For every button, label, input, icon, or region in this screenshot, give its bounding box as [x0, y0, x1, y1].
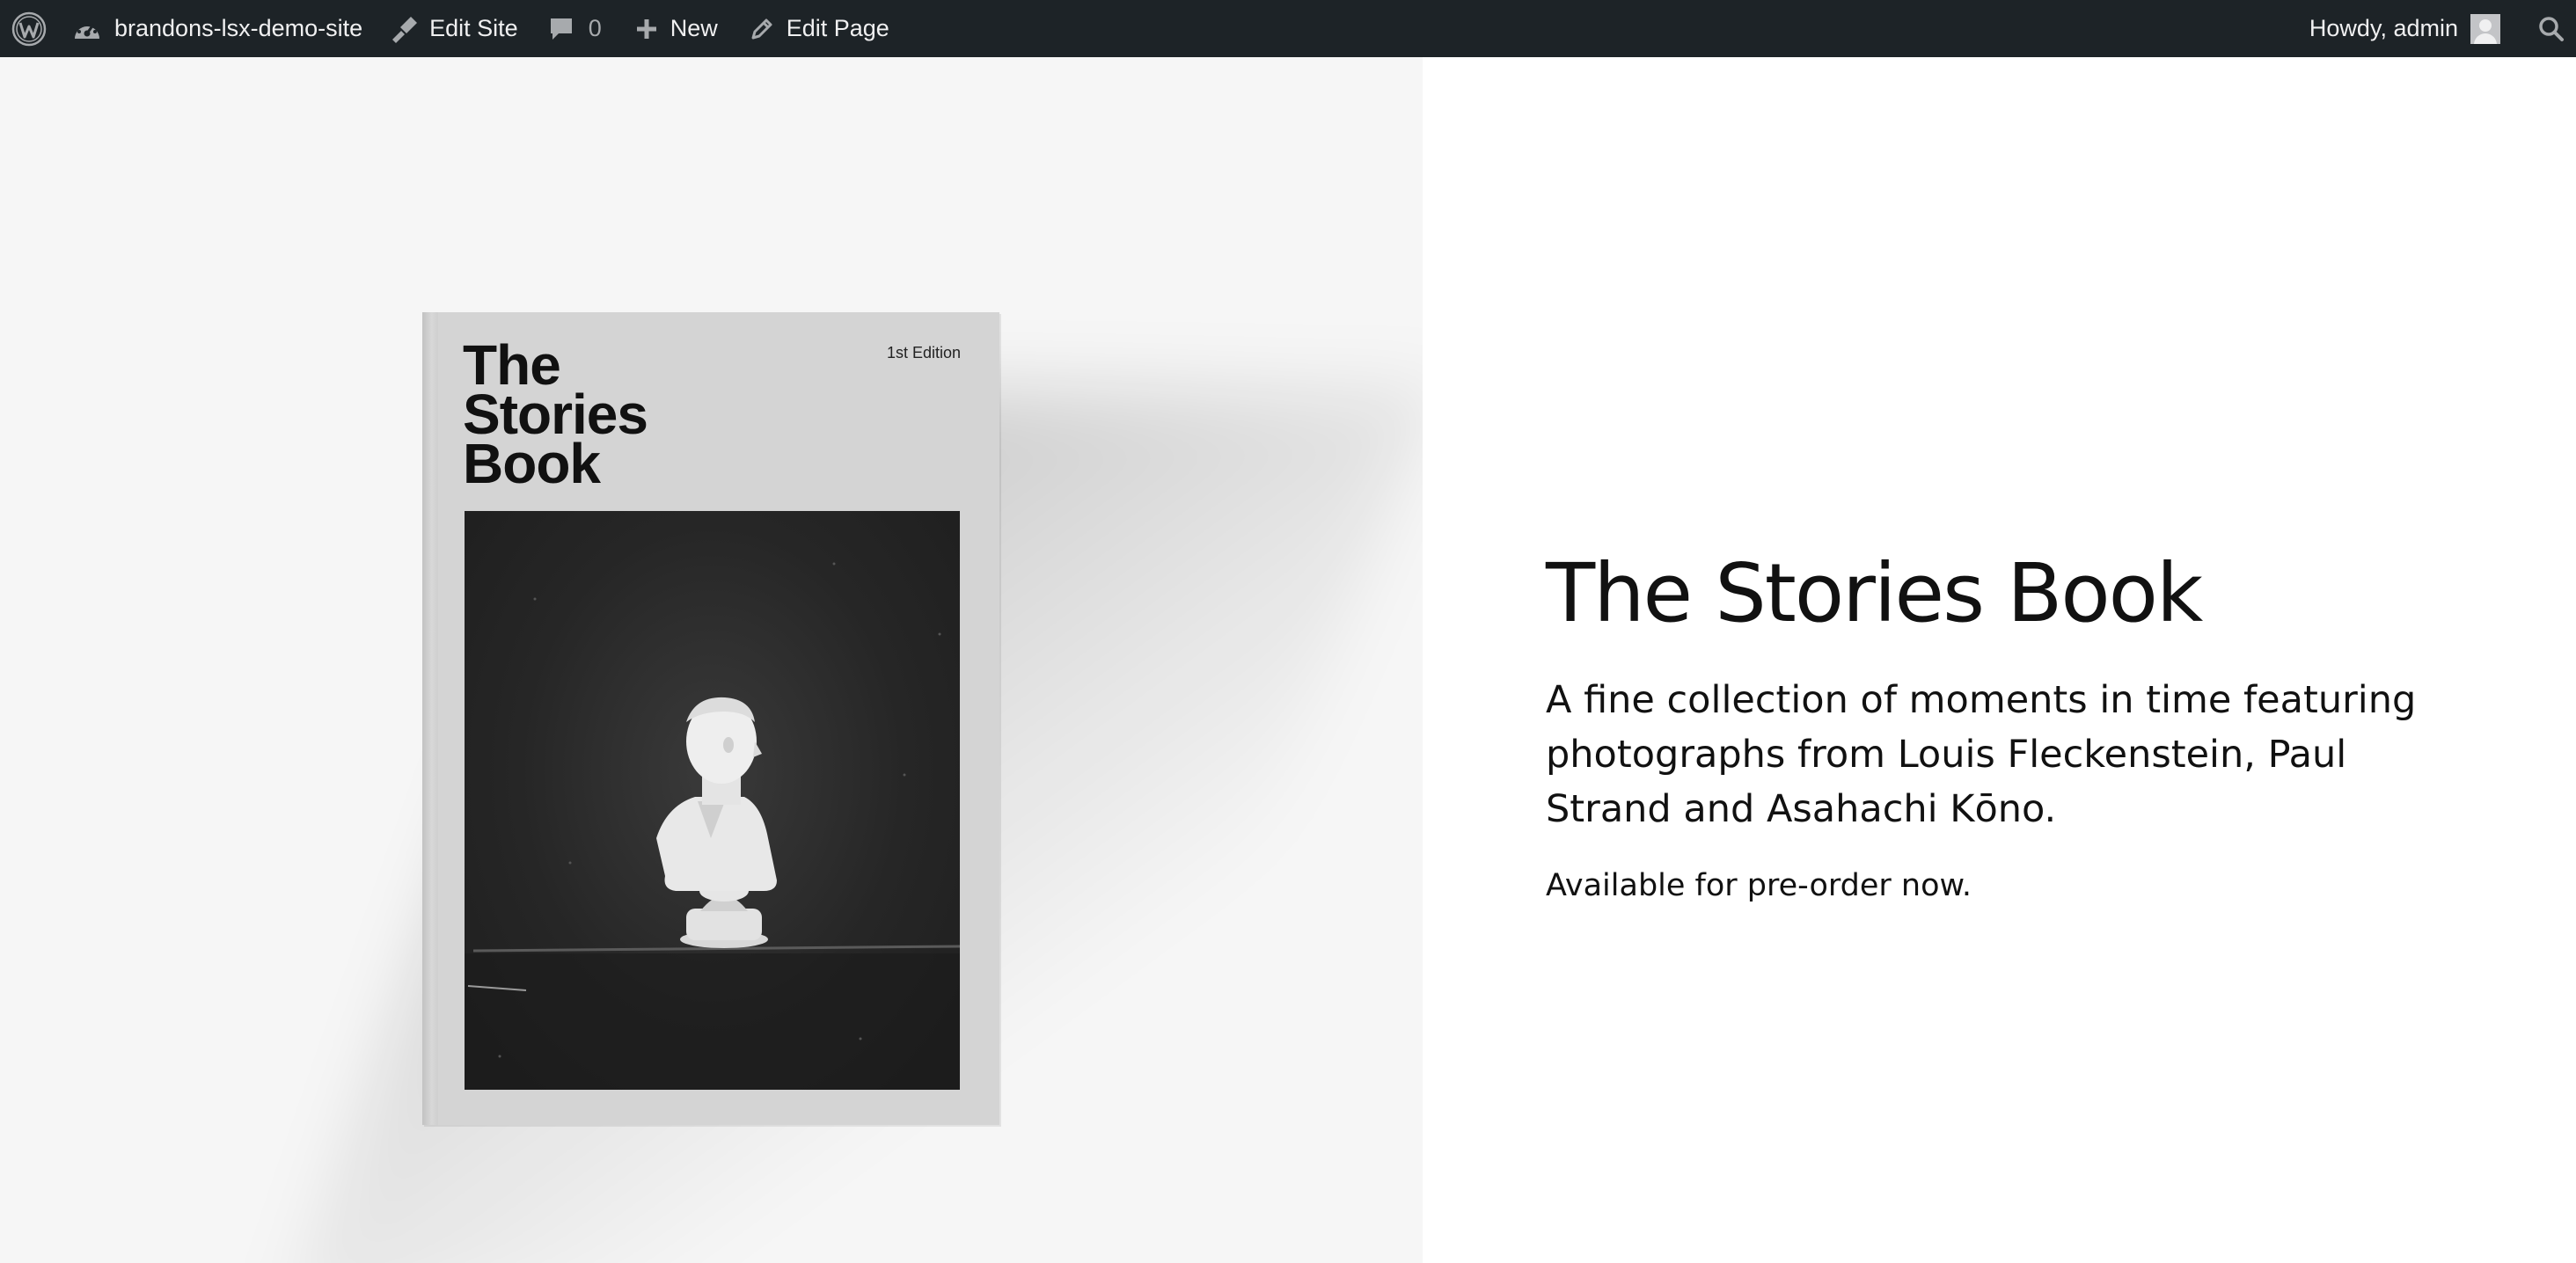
comments-count: 0 [588, 15, 602, 41]
comment-bubble-icon [548, 16, 574, 42]
edit-page-link[interactable]: Edit Page [750, 0, 889, 57]
plus-icon [635, 18, 658, 40]
edit-page-label: Edit Page [786, 15, 889, 41]
bust-photograph [465, 511, 960, 1090]
hero-text-panel: The Stories Book A fine collection of mo… [1423, 57, 2576, 1263]
edit-site-link[interactable]: Edit Site [389, 0, 518, 57]
search-icon [2538, 16, 2565, 42]
brush-icon [389, 15, 419, 43]
greeting-label: Howdy, admin [2309, 15, 2458, 41]
pencil-icon [750, 17, 774, 41]
wordpress-logo-icon [11, 11, 47, 47]
site-name-link[interactable]: brandons-lsx-demo-site [72, 0, 362, 57]
comments-link[interactable]: 0 [548, 0, 602, 57]
avatar [2470, 13, 2500, 44]
book-title-line: Book [463, 432, 601, 495]
new-label: New [670, 15, 718, 41]
site-name-label: brandons-lsx-demo-site [114, 15, 363, 41]
hero-description: A fine collection of moments in time fea… [1546, 678, 2417, 831]
edit-site-label: Edit Site [429, 15, 518, 41]
dashboard-gauge-icon [72, 16, 102, 42]
search-button[interactable] [2527, 0, 2576, 57]
book-cover-title: The Stories Book [463, 337, 727, 495]
book-spine [422, 312, 438, 1125]
page-title: The Stories Book [1546, 546, 2203, 640]
new-content-menu[interactable]: New [635, 0, 718, 57]
admin-bar-secondary: Howdy, admin [2309, 0, 2576, 57]
wordpress-menu[interactable] [0, 0, 58, 57]
admin-bar: brandons-lsx-demo-site Edit Site 0 New E… [0, 0, 2576, 57]
book-edition-label: 1st Edition [886, 344, 961, 361]
my-account-menu[interactable]: Howdy, admin [2309, 0, 2527, 57]
preorder-note: Available for pre-order now. [1546, 868, 1972, 903]
book-cover-panel: The Stories Book 1st Edition [0, 57, 1423, 1263]
book-cover-image: The Stories Book 1st Edition [422, 312, 999, 1125]
